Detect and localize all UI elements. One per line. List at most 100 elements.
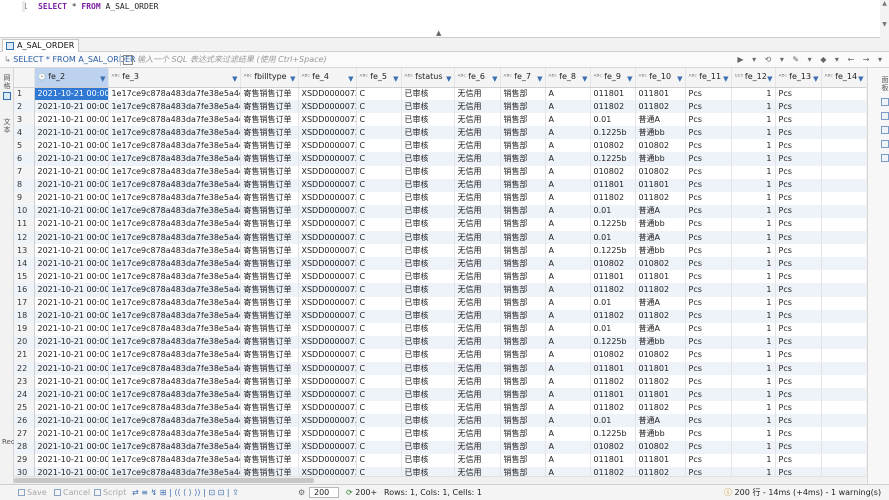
table-cell[interactable]: 已审核 xyxy=(401,296,455,310)
table-cell[interactable]: C xyxy=(356,270,402,284)
table-cell[interactable]: 已审核 xyxy=(401,361,455,376)
table-cell[interactable]: 已审核 xyxy=(401,231,455,245)
table-cell[interactable]: 已审核 xyxy=(401,178,455,192)
table-cell[interactable]: XSDD00000723 xyxy=(298,283,357,297)
table-cell[interactable]: Pcs xyxy=(685,414,732,428)
table-cell[interactable] xyxy=(821,113,866,127)
table-cell[interactable]: Pcs xyxy=(685,139,732,153)
table-cell[interactable]: 011802 xyxy=(590,283,636,297)
table-cell[interactable]: C xyxy=(356,217,402,232)
results-grid[interactable]: 🕒 fe_2 ▼ ᴬᴮᶜ fe_3 ▼ ᴬᴮᶜ fbilltype ▼ ᴬᴮᶜ fe_4 ▼ ᴬᴮᶜ fe… xyxy=(14,68,866,476)
table-cell[interactable]: 寄售销售订单 xyxy=(240,296,299,310)
table-cell[interactable]: 1e17ce9c878a483da7fe38e5a4e992a0 xyxy=(108,191,241,205)
table-cell[interactable]: 1 xyxy=(731,126,776,140)
fetch-all-button[interactable]: ⟳ 200+ xyxy=(346,485,377,500)
table-row[interactable]: 112021-10-21 00:00:001e17ce9c878a483da7f… xyxy=(14,217,866,232)
table-cell[interactable]: 已审核 xyxy=(401,283,455,297)
table-cell[interactable]: 2021-10-21 00:00:00 xyxy=(34,440,109,454)
table-cell[interactable]: Pcs xyxy=(685,270,732,284)
table-row[interactable]: 22021-10-21 00:00:001e17ce9c878a483da7fe… xyxy=(14,100,866,114)
table-row[interactable]: 232021-10-21 00:00:001e17ce9c878a483da7f… xyxy=(14,375,866,389)
table-cell[interactable] xyxy=(821,139,866,153)
table-cell[interactable]: Pcs xyxy=(685,178,732,192)
table-row[interactable]: 242021-10-21 00:00:001e17ce9c878a483da7f… xyxy=(14,388,866,402)
table-cell[interactable]: 寄售销售订单 xyxy=(240,414,299,428)
filter-icon[interactable]: ▼ xyxy=(393,73,398,85)
table-cell[interactable]: 1 xyxy=(731,217,776,232)
table-cell[interactable]: 已审核 xyxy=(401,453,455,467)
table-cell[interactable]: Pcs xyxy=(685,440,732,454)
table-cell[interactable]: A xyxy=(545,165,591,179)
table-cell[interactable] xyxy=(821,401,866,415)
table-cell[interactable]: XSDD00000723 xyxy=(298,100,357,114)
table-row[interactable]: 182021-10-21 00:00:001e17ce9c878a483da7f… xyxy=(14,309,866,323)
column-header-fe-6[interactable]: ᴬᴮᶜ fe_6 ▼ xyxy=(454,68,501,88)
table-cell[interactable]: 已审核 xyxy=(401,375,455,389)
table-row[interactable]: 62021-10-21 00:00:001e17ce9c878a483da7fe… xyxy=(14,152,866,166)
table-cell[interactable]: 011802 xyxy=(590,375,636,389)
table-cell[interactable]: C xyxy=(356,453,402,467)
table-cell[interactable]: 1e17ce9c878a483da7fe38e5a4e992a0 xyxy=(108,100,241,114)
table-cell[interactable]: C xyxy=(356,296,402,310)
table-cell[interactable]: 销售部 xyxy=(500,401,546,415)
table-cell[interactable]: 1 xyxy=(731,335,776,349)
table-cell[interactable]: 寄售销售订单 xyxy=(240,217,299,232)
table-cell[interactable]: XSDD00000723 xyxy=(298,414,357,428)
table-cell[interactable]: 寄售销售订单 xyxy=(240,244,299,258)
column-header-fe-2[interactable]: 🕒 fe_2 ▼ xyxy=(34,68,109,88)
table-cell[interactable]: 无信用 xyxy=(454,100,501,114)
table-cell[interactable]: 已审核 xyxy=(401,165,455,179)
table-cell[interactable]: C xyxy=(356,466,402,476)
table-cell[interactable]: 寄售销售订单 xyxy=(240,113,299,127)
table-cell[interactable]: Pcs xyxy=(775,244,822,258)
table-cell[interactable]: C xyxy=(356,244,402,258)
table-cell[interactable]: 1 xyxy=(731,453,776,467)
table-cell[interactable]: 1e17ce9c878a483da7fe38e5a4e992a0 xyxy=(108,204,241,218)
table-cell[interactable]: A xyxy=(545,427,591,441)
table-cell[interactable]: 销售部 xyxy=(500,270,546,284)
table-cell[interactable]: XSDD00000723 xyxy=(298,152,357,166)
table-cell[interactable]: Pcs xyxy=(685,244,732,258)
filter-icon[interactable]: ▼ xyxy=(767,73,772,85)
table-cell[interactable]: C xyxy=(356,335,402,349)
table-cell[interactable]: Pcs xyxy=(775,348,822,362)
table-cell[interactable]: Pcs xyxy=(685,322,732,336)
table-cell[interactable] xyxy=(821,348,866,362)
table-cell[interactable] xyxy=(821,427,866,441)
table-cell[interactable]: 010802 xyxy=(590,440,636,454)
table-cell[interactable]: 无信用 xyxy=(454,113,501,127)
table-cell[interactable]: 销售部 xyxy=(500,113,546,127)
table-cell[interactable]: 1e17ce9c878a483da7fe38e5a4e992a0 xyxy=(108,244,241,258)
filter-icon[interactable]: ▼ xyxy=(100,73,105,85)
table-cell[interactable]: 寄售销售订单 xyxy=(240,348,299,362)
table-row[interactable]: 42021-10-21 00:00:001e17ce9c878a483da7fe… xyxy=(14,126,866,140)
panel-icon-5[interactable] xyxy=(881,154,889,162)
table-cell[interactable]: A xyxy=(545,204,591,218)
editor-scrollbar[interactable]: ▲ ▼ xyxy=(880,0,889,38)
table-cell[interactable]: C xyxy=(356,113,402,127)
filter-icon[interactable]: ▼ xyxy=(627,73,632,85)
table-cell[interactable]: A xyxy=(545,126,591,140)
table-cell[interactable]: 1 xyxy=(731,401,776,415)
table-cell[interactable] xyxy=(821,165,866,179)
table-cell[interactable]: 无信用 xyxy=(454,388,501,402)
table-cell[interactable]: 普通bb xyxy=(635,427,686,441)
table-cell[interactable]: Pcs xyxy=(775,113,822,127)
table-cell[interactable]: C xyxy=(356,322,402,336)
table-cell[interactable]: 销售部 xyxy=(500,100,546,114)
table-cell[interactable]: Pcs xyxy=(685,113,732,127)
table-cell[interactable]: A xyxy=(545,414,591,428)
table-cell[interactable]: C xyxy=(356,427,402,441)
table-cell[interactable]: XSDD00000723 xyxy=(298,388,357,402)
filter-expand-icon[interactable] xyxy=(123,55,133,65)
table-cell[interactable] xyxy=(821,361,866,376)
table-cell[interactable]: 1e17ce9c878a483da7fe38e5a4e992a0 xyxy=(108,361,241,376)
table-cell[interactable] xyxy=(821,466,866,476)
table-cell[interactable]: 2021-10-21 00:00:00 xyxy=(34,335,109,349)
table-cell[interactable]: 2021-10-21 00:00:00 xyxy=(34,126,109,140)
table-cell[interactable]: XSDD00000723 xyxy=(298,440,357,454)
table-cell[interactable]: 1e17ce9c878a483da7fe38e5a4e992a0 xyxy=(108,139,241,153)
table-cell[interactable]: 2021-10-21 00:00:00 xyxy=(34,427,109,441)
table-row[interactable]: 302021-10-21 00:00:001e17ce9c878a483da7f… xyxy=(14,466,866,476)
table-cell[interactable]: C xyxy=(356,361,402,376)
